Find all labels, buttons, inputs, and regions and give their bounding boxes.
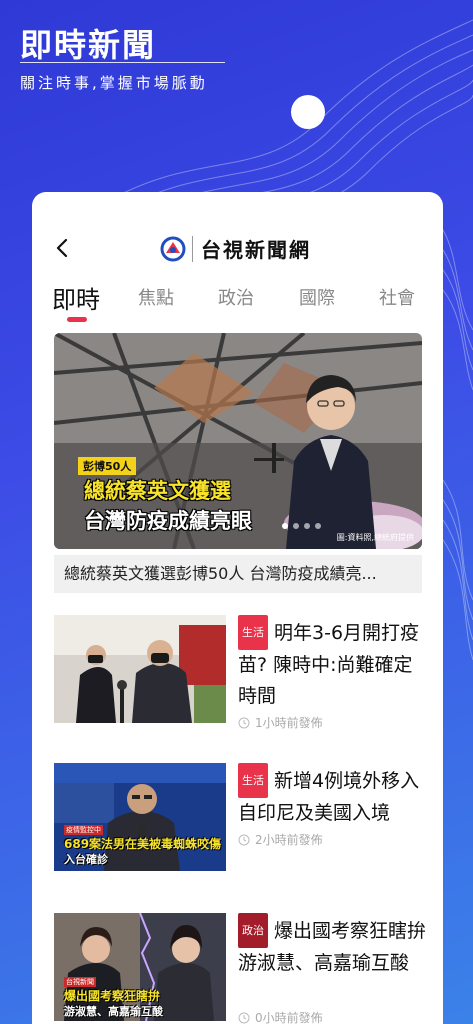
brand: 台視新聞網 [160,234,311,263]
clock-icon [238,717,250,728]
tab-politics[interactable]: 政治 [218,284,254,310]
category-badge: 生活 [238,615,268,650]
ttv-logo-icon [160,236,186,261]
news-thumbnail: 疫情監控中 689案法男在美被毒蜘蛛咬傷 入台確診 [54,763,226,871]
hero-credit: 圖:資料照,總統府提供 [336,533,414,542]
hero-caption[interactable]: 總統蔡英文獲選彭博50人 台灣防疫成績亮... [54,555,422,593]
carousel-dot[interactable] [293,523,299,529]
thumbnail-label: 疫情監控中 [64,825,103,835]
app-screen: 台視新聞網 即時 焦點 政治 國際 社會 彭博50人 總統蔡英文獲選 台灣防疫成… [32,192,443,1024]
category-tabs: 即時 焦點 政治 國際 社會 [52,284,432,324]
tab-international[interactable]: 國際 [299,284,335,310]
news-thumbnail [54,615,226,723]
chevron-left-icon [56,238,68,258]
carousel-dot[interactable] [282,523,288,529]
promo-divider [20,62,225,63]
carousel-dots [282,523,321,529]
tab-society[interactable]: 社會 [379,284,415,310]
carousel-dot[interactable] [315,523,321,529]
news-time-text: 1小時前發佈 [255,716,323,730]
active-tab-indicator [67,317,87,322]
thumbnail-headline: 689案法男在美被毒蜘蛛咬傷 [64,837,222,851]
promo-subtitle: 關注時事,掌握市場脈動 [20,74,208,92]
news-title: 生活 新增4例境外移入 自印尼及美國入境 [238,763,428,829]
brand-name: 台視新聞網 [201,238,311,262]
thumbnail-headline: 爆出國考察狂瞎拚 [64,989,161,1003]
hero-tag: 彭博50人 [78,457,137,475]
speaker-figure [286,375,376,549]
hero-carousel[interactable]: 彭博50人 總統蔡英文獲選 台灣防疫成績亮眼 圖:資料照,總統府提供 [54,333,422,549]
news-item[interactable]: 疫情監控中 689案法男在美被毒蜘蛛咬傷 入台確診 生活 新增4例境外移入 自印尼… [54,763,424,873]
category-badge: 政治 [238,913,268,948]
news-time-text: 0小時前發佈 [255,1011,323,1024]
thumbnail-subline: 入台確診 [64,853,108,866]
category-badge: 生活 [238,763,268,798]
news-item[interactable]: 台視新聞 爆出國考察狂瞎拚 游淑慧、高嘉瑜互酸 政治 爆出國考察狂瞎拚 游淑慧、高… [54,913,426,1024]
news-time: 0小時前發佈 [238,1009,428,1024]
thumbnail-label: 台視新聞 [64,977,96,987]
news-time: 1小時前發佈 [238,714,428,731]
hero-headline: 總統蔡英文獲選 [84,479,231,503]
hero-subline: 台灣防疫成績亮眼 [84,509,252,533]
carousel-dot[interactable] [304,523,310,529]
clock-icon [238,834,250,845]
decorative-dot [291,95,325,129]
news-title: 政治 爆出國考察狂瞎拚 游淑慧、高嘉瑜互酸 [238,913,428,979]
news-title: 生活 明年3-6月開打疫苗? 陳時中:尚難確定時間 [238,615,428,712]
back-button[interactable] [50,236,74,260]
news-body: 政治 爆出國考察狂瞎拚 游淑慧、高嘉瑜互酸 0小時前發佈 [238,913,428,1024]
news-body: 生活 新增4例境外移入 自印尼及美國入境 2小時前發佈 [238,763,428,848]
clock-icon [238,1012,250,1023]
news-time-text: 2小時前發佈 [255,833,323,847]
tab-realtime[interactable]: 即時 [52,280,100,315]
news-time: 2小時前發佈 [238,831,428,848]
tab-focus[interactable]: 焦點 [138,284,174,310]
app-header: 台視新聞網 [32,192,443,272]
news-body: 生活 明年3-6月開打疫苗? 陳時中:尚難確定時間 1小時前發佈 [238,615,428,731]
news-image [54,615,226,723]
news-item[interactable]: 生活 明年3-6月開打疫苗? 陳時中:尚難確定時間 1小時前發佈 [54,615,424,730]
brand-separator [192,235,193,262]
promo-title: 即時新聞 [20,26,157,64]
thumbnail-subline: 游淑慧、高嘉瑜互酸 [64,1005,163,1018]
news-thumbnail: 台視新聞 爆出國考察狂瞎拚 游淑慧、高嘉瑜互酸 [54,913,226,1021]
